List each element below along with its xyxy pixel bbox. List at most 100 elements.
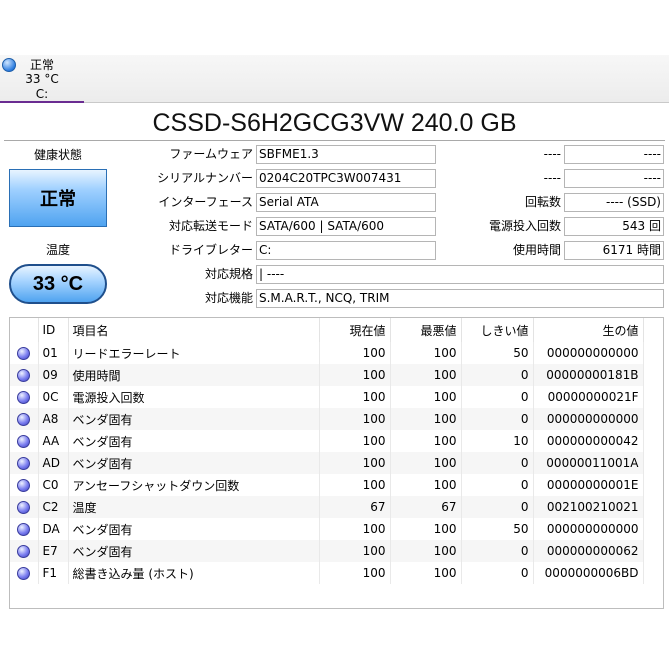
header-current[interactable]: 現在値 (319, 318, 391, 342)
attr-current: 100 (319, 342, 391, 364)
attr-name: ベンダ固有 (68, 430, 320, 452)
drive-letter-label: ドライブレター (168, 243, 253, 257)
serial-label: シリアルナンバー (157, 171, 253, 185)
attr-id: AA (38, 430, 69, 452)
attr-id: 01 (38, 342, 69, 364)
attr-worst: 100 (390, 518, 462, 540)
attr-id: AD (38, 452, 69, 474)
table-row[interactable]: 01 リードエラーレート 100 100 50 000000000000 (10, 342, 644, 364)
attr-threshold: 0 (461, 474, 534, 496)
status-cell (10, 540, 39, 562)
attr-current: 100 (319, 518, 391, 540)
blank1-field: ---- (564, 145, 664, 164)
power-on-count-label: 電源投入回数 (488, 219, 561, 233)
attr-id: E7 (38, 540, 69, 562)
blank2-field: ---- (564, 169, 664, 188)
rotation-label: 回転数 (524, 195, 561, 209)
attr-name: ベンダ固有 (68, 408, 320, 430)
disk-tab-status: 正常 (29, 58, 54, 72)
status-cell (10, 474, 39, 496)
attr-current: 67 (319, 496, 391, 518)
attr-threshold: 0 (461, 452, 534, 474)
attr-name: 温度 (68, 496, 320, 518)
attr-threshold: 0 (461, 386, 534, 408)
attr-raw: 00000011001A (533, 452, 644, 474)
attr-worst: 100 (390, 408, 462, 430)
attr-id: A8 (38, 408, 69, 430)
standard-label: 対応規格 (204, 267, 253, 281)
attr-worst: 100 (390, 364, 462, 386)
power-on-hours-label: 使用時間 (512, 243, 561, 257)
attr-name: ベンダ固有 (68, 518, 320, 540)
attr-raw: 000000000000 (533, 342, 644, 364)
disk-tab-temperature: 33 °C (25, 72, 59, 86)
title-divider (4, 140, 665, 141)
attr-threshold: 0 (461, 364, 534, 386)
attr-raw: 0000000006BD (533, 562, 644, 584)
firmware-label: ファームウェア (169, 147, 253, 161)
attr-raw: 000000000042 (533, 430, 644, 452)
smart-header-row: ID 項目名 現在値 最悪値 しきい値 生の値 (10, 318, 644, 342)
features-field: S.M.A.R.T., NCQ, TRIM (256, 289, 664, 308)
attr-current: 100 (319, 562, 391, 584)
attr-current: 100 (319, 430, 391, 452)
table-row[interactable]: C0 アンセーフシャットダウン回数 100 100 0 00000000001E (10, 474, 644, 496)
table-row[interactable]: 0C 電源投入回数 100 100 0 00000000021F (10, 386, 644, 408)
model-title: CSSD-S6H2GCG3VW 240.0 GB (152, 109, 517, 137)
features-label: 対応機能 (204, 291, 253, 305)
smart-table[interactable]: ID 項目名 現在値 最悪値 しきい値 生の値 01 リードエラーレート 100 10… (9, 317, 664, 609)
attr-current: 100 (319, 386, 391, 408)
attr-threshold: 50 (461, 342, 534, 364)
attr-threshold: 10 (461, 430, 534, 452)
health-status-button[interactable]: 正常 (9, 169, 107, 227)
header-name[interactable]: 項目名 (68, 318, 320, 342)
disk-tab-bar: 正常 33 °C C: (0, 55, 669, 103)
status-cell (10, 408, 39, 430)
attr-worst: 100 (390, 540, 462, 562)
table-row[interactable]: C2 温度 67 67 0 002100210021 (10, 496, 644, 518)
table-row[interactable]: A8 ベンダ固有 100 100 0 000000000000 (10, 408, 644, 430)
attr-worst: 100 (390, 386, 462, 408)
header-threshold[interactable]: しきい値 (461, 318, 534, 342)
standard-field: | ---- (256, 265, 664, 284)
status-cell (10, 386, 39, 408)
table-row[interactable]: AD ベンダ固有 100 100 0 00000011001A (10, 452, 644, 474)
status-dot-icon (2, 58, 16, 72)
status-cell (10, 364, 39, 386)
rotation-field: ---- (SSD) (564, 193, 664, 212)
status-cell (10, 518, 39, 540)
transfer-mode-label: 対応転送モード (168, 219, 253, 233)
table-row[interactable]: AA ベンダ固有 100 100 10 000000000042 (10, 430, 644, 452)
blank2-label: ---- (543, 171, 561, 185)
blank1-label: ---- (543, 147, 561, 161)
attr-threshold: 0 (461, 540, 534, 562)
attr-raw: 000000000062 (533, 540, 644, 562)
attr-name: ベンダ固有 (68, 540, 320, 562)
status-cell (10, 496, 39, 518)
disk-tab-c[interactable]: 正常 33 °C C: (0, 55, 84, 103)
attr-name: 使用時間 (68, 364, 320, 386)
status-dot-icon (17, 457, 31, 470)
attr-raw: 00000000021F (533, 386, 644, 408)
header-raw[interactable]: 生の値 (533, 318, 644, 342)
attr-threshold: 0 (461, 562, 534, 584)
temperature-label: 温度 (45, 243, 70, 257)
status-dot-icon (17, 435, 31, 448)
header-id[interactable]: ID (38, 318, 69, 342)
table-row[interactable]: E7 ベンダ固有 100 100 0 000000000062 (10, 540, 644, 562)
temperature-button[interactable]: 33 °C (9, 264, 107, 304)
attr-threshold: 0 (461, 496, 534, 518)
attr-worst: 100 (390, 474, 462, 496)
attr-id: C2 (38, 496, 69, 518)
drive-letter-field: C: (256, 241, 436, 260)
attr-worst: 100 (390, 452, 462, 474)
table-row[interactable]: F1 総書き込み量 (ホスト) 100 100 0 0000000006BD (10, 562, 644, 584)
attr-id: F1 (38, 562, 69, 584)
table-row[interactable]: 09 使用時間 100 100 0 00000000181B (10, 364, 644, 386)
table-row[interactable]: DA ベンダ固有 100 100 50 000000000000 (10, 518, 644, 540)
status-dot-icon (17, 567, 31, 580)
header-worst[interactable]: 最悪値 (390, 318, 462, 342)
attr-threshold: 0 (461, 408, 534, 430)
attr-raw: 00000000001E (533, 474, 644, 496)
interface-label: インターフェース (158, 195, 253, 209)
